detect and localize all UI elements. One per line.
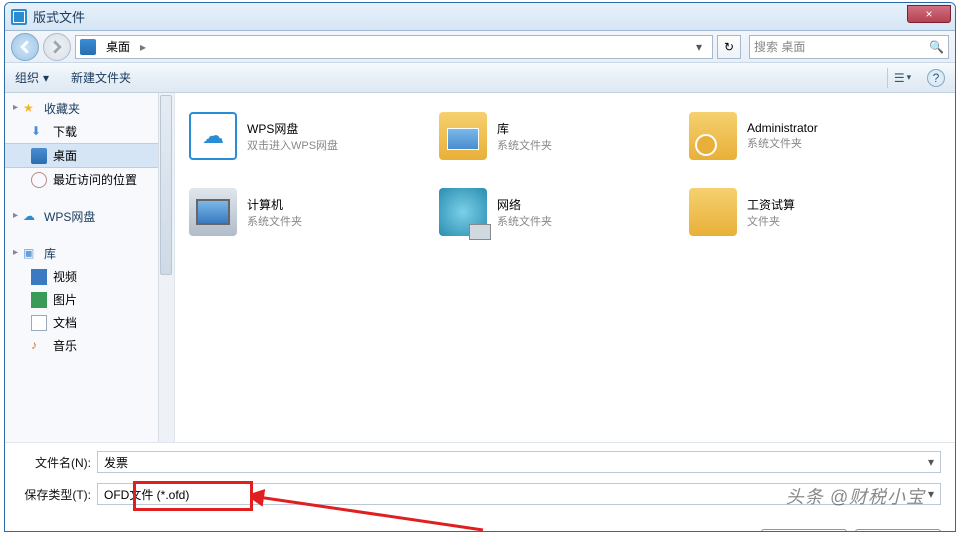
libraries-group[interactable]: ▣ 库 <box>5 242 174 265</box>
recent-icon <box>31 172 47 188</box>
search-icon: 🔍 <box>929 40 944 54</box>
address-dropdown[interactable]: ▾ <box>690 40 708 54</box>
wps-group[interactable]: ☁ WPS网盘 <box>5 205 174 228</box>
close-button[interactable]: × <box>907 5 951 23</box>
dialog-body: ★ 收藏夹 ⬇ 下载 桌面 最近访问的位置 ☁ <box>5 93 955 443</box>
sidebar-item-downloads[interactable]: ⬇ 下载 <box>5 120 174 143</box>
filetype-dropdown-icon[interactable]: ▾ <box>928 487 934 501</box>
sidebar-item-pictures[interactable]: 图片 <box>5 288 174 311</box>
item-wps[interactable]: ☁WPS网盘双击进入WPS网盘 <box>185 101 415 171</box>
libraries-icon: ▣ <box>23 246 39 262</box>
network-icon <box>439 188 487 236</box>
filetype-label: 保存类型(T): <box>19 486 97 503</box>
help-button[interactable]: ? <box>927 69 945 87</box>
file-list: ☁WPS网盘双击进入WPS网盘 库系统文件夹 Administrator系统文件… <box>175 93 955 442</box>
refresh-button[interactable]: ↻ <box>717 35 741 59</box>
filetype-select[interactable]: OFD文件 (*.ofd) ▾ <box>97 483 941 505</box>
cancel-button[interactable]: 取消 <box>855 529 941 532</box>
save-dialog-window: 版式文件 × 桌面 ▸ ▾ ↻ 搜索 桌面 🔍 组织▾ 新建文件夹 ☰▾ ? <box>4 2 956 532</box>
app-icon <box>11 9 27 25</box>
new-folder-button[interactable]: 新建文件夹 <box>71 69 131 86</box>
sidebar-item-documents[interactable]: 文档 <box>5 311 174 334</box>
dialog-buttons: 隐藏文件夹 保存(S) 取消 <box>5 525 955 532</box>
sidebar-item-recent[interactable]: 最近访问的位置 <box>5 168 174 191</box>
sidebar-scrollbar[interactable] <box>158 93 174 442</box>
navigation-bar: 桌面 ▸ ▾ ↻ 搜索 桌面 🔍 <box>5 31 955 63</box>
computer-icon <box>189 188 237 236</box>
filename-label: 文件名(N): <box>19 454 97 471</box>
cloud-icon: ☁ <box>23 209 39 225</box>
titlebar: 版式文件 × <box>5 3 955 31</box>
user-folder-icon <box>689 112 737 160</box>
document-icon <box>31 315 47 331</box>
address-bar[interactable]: 桌面 ▸ ▾ <box>75 35 713 59</box>
sidebar-scrollbar-thumb[interactable] <box>160 95 172 275</box>
video-icon <box>31 269 47 285</box>
item-computer[interactable]: 计算机系统文件夹 <box>185 177 415 247</box>
download-icon: ⬇ <box>31 124 47 140</box>
item-salary-folder[interactable]: 工资试算文件夹 <box>685 177 915 247</box>
breadcrumb-segment[interactable]: 桌面 <box>102 38 134 55</box>
filename-input[interactable]: 发票 ▾ <box>97 451 941 473</box>
cloud-large-icon: ☁ <box>189 112 237 160</box>
view-options-button[interactable]: ☰▾ <box>887 68 917 88</box>
location-icon <box>80 39 96 55</box>
sidebar-item-music[interactable]: ♪音乐 <box>5 334 174 357</box>
save-fields: 文件名(N): 发票 ▾ 保存类型(T): OFD文件 (*.ofd) ▾ <box>5 443 955 525</box>
toolbar: 组织▾ 新建文件夹 ☰▾ ? <box>5 63 955 93</box>
picture-icon <box>31 292 47 308</box>
breadcrumb-separator-icon[interactable]: ▸ <box>140 40 146 54</box>
star-icon: ★ <box>23 101 39 117</box>
sidebar-item-videos[interactable]: 视频 <box>5 265 174 288</box>
filename-dropdown-icon[interactable]: ▾ <box>928 455 934 469</box>
search-input[interactable]: 搜索 桌面 🔍 <box>749 35 949 59</box>
search-placeholder: 搜索 桌面 <box>754 38 805 55</box>
item-administrator[interactable]: Administrator系统文件夹 <box>685 101 915 171</box>
libraries-large-icon <box>439 112 487 160</box>
forward-button[interactable] <box>43 33 71 61</box>
folder-icon <box>689 188 737 236</box>
favorites-group[interactable]: ★ 收藏夹 <box>5 97 174 120</box>
music-icon: ♪ <box>31 338 47 354</box>
back-button[interactable] <box>11 33 39 61</box>
save-button[interactable]: 保存(S) <box>761 529 847 532</box>
item-network[interactable]: 网络系统文件夹 <box>435 177 665 247</box>
navigation-pane: ★ 收藏夹 ⬇ 下载 桌面 最近访问的位置 ☁ <box>5 93 175 442</box>
desktop-icon <box>31 148 47 164</box>
window-title: 版式文件 <box>33 7 85 26</box>
item-libraries[interactable]: 库系统文件夹 <box>435 101 665 171</box>
organize-menu[interactable]: 组织▾ <box>15 69 49 86</box>
sidebar-item-desktop[interactable]: 桌面 <box>5 143 174 168</box>
